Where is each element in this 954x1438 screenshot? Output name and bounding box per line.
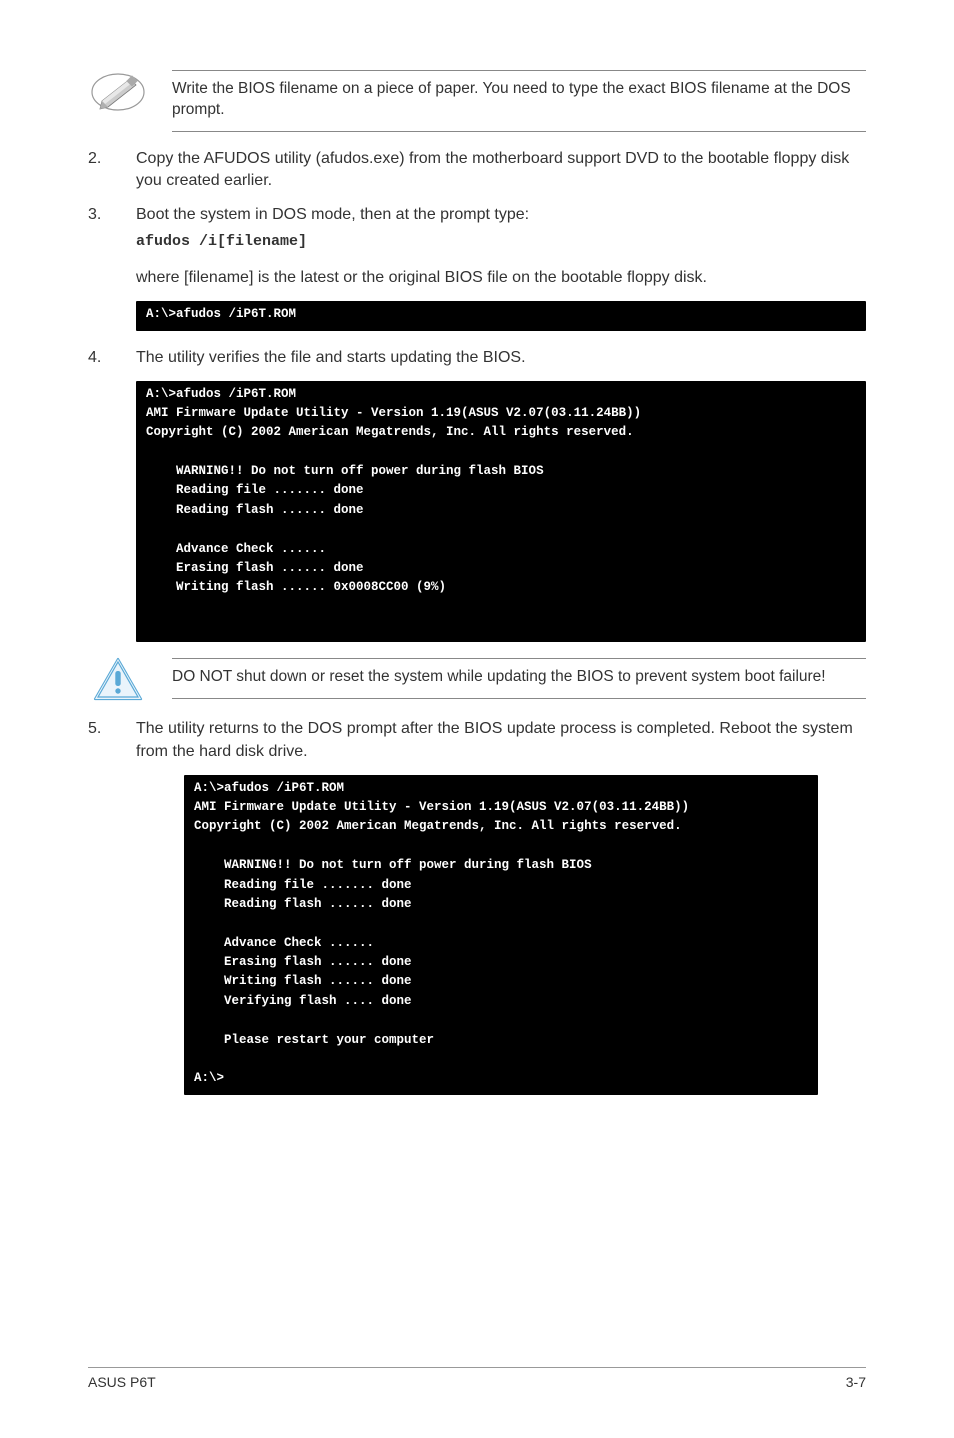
note-text: Write the BIOS filename on a piece of pa… (172, 70, 866, 132)
step-body: Copy the AFUDOS utility (afudos.exe) fro… (136, 148, 866, 192)
command-text: afudos /i[filename] (136, 232, 866, 253)
step-number: 2. (88, 148, 110, 192)
step-list: 2. Copy the AFUDOS utility (afudos.exe) … (88, 148, 866, 253)
pencil-icon (88, 70, 148, 114)
step-3-followup: where [filename] is the latest or the or… (136, 267, 866, 289)
step-3: 3. Boot the system in DOS mode, then at … (88, 204, 866, 253)
step-text: Boot the system in DOS mode, then at the… (136, 206, 529, 223)
note-caution: DO NOT shut down or reset the system whi… (88, 658, 866, 702)
terminal-output-3: A:\>afudos /iP6T.ROM AMI Firmware Update… (184, 775, 818, 1095)
step-body: The utility returns to the DOS prompt af… (136, 718, 866, 762)
step-body: Boot the system in DOS mode, then at the… (136, 204, 866, 253)
terminal-output-1: A:\>afudos /iP6T.ROM (136, 301, 866, 330)
caution-icon (88, 658, 148, 702)
terminal-output-2: A:\>afudos /iP6T.ROM AMI Firmware Update… (136, 381, 866, 643)
step-list: 5. The utility returns to the DOS prompt… (88, 718, 866, 762)
step-list: 4. The utility verifies the file and sta… (88, 347, 866, 369)
note-pencil: Write the BIOS filename on a piece of pa… (88, 70, 866, 132)
step-number: 4. (88, 347, 110, 369)
step-number: 3. (88, 204, 110, 253)
caution-text: DO NOT shut down or reset the system whi… (172, 658, 866, 699)
step-body: The utility verifies the file and starts… (136, 347, 866, 369)
step-5: 5. The utility returns to the DOS prompt… (88, 718, 866, 762)
step-2: 2. Copy the AFUDOS utility (afudos.exe) … (88, 148, 866, 192)
step-4: 4. The utility verifies the file and sta… (88, 347, 866, 369)
step-number: 5. (88, 718, 110, 762)
footer-page-number: 3-7 (846, 1374, 866, 1390)
page-footer: ASUS P6T 3-7 (88, 1367, 866, 1390)
footer-product: ASUS P6T (88, 1374, 156, 1390)
